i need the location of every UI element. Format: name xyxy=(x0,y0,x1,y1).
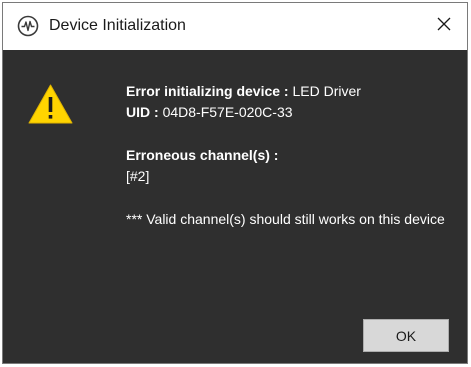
device-initialization-dialog: Device Initialization Error initializing… xyxy=(2,2,468,364)
title-bar: Device Initialization xyxy=(3,3,467,50)
close-icon xyxy=(436,16,452,37)
channels-value: [#2] xyxy=(126,168,150,184)
uid-label: UID : xyxy=(126,104,159,120)
uid-value: 04D8-F57E-020C-33 xyxy=(162,104,293,120)
error-label: Error initializing device : xyxy=(126,83,289,99)
channels-label: Erroneous channel(s) : xyxy=(126,147,279,163)
uid-line: UID : 04D8-F57E-020C-33 xyxy=(126,102,456,123)
note-text: *** Valid channel(s) should still works … xyxy=(126,211,445,227)
app-icon xyxy=(17,15,39,37)
error-line: Error initializing device : LED Driver xyxy=(126,81,456,102)
close-button[interactable] xyxy=(421,3,467,50)
device-name: LED Driver xyxy=(292,83,361,99)
window-title: Device Initialization xyxy=(49,17,186,34)
dialog-content: Error initializing device : LED Driver U… xyxy=(3,50,467,363)
message-block: Error initializing device : LED Driver U… xyxy=(126,81,456,230)
ok-button[interactable]: OK xyxy=(363,319,449,352)
warning-icon xyxy=(27,83,74,125)
